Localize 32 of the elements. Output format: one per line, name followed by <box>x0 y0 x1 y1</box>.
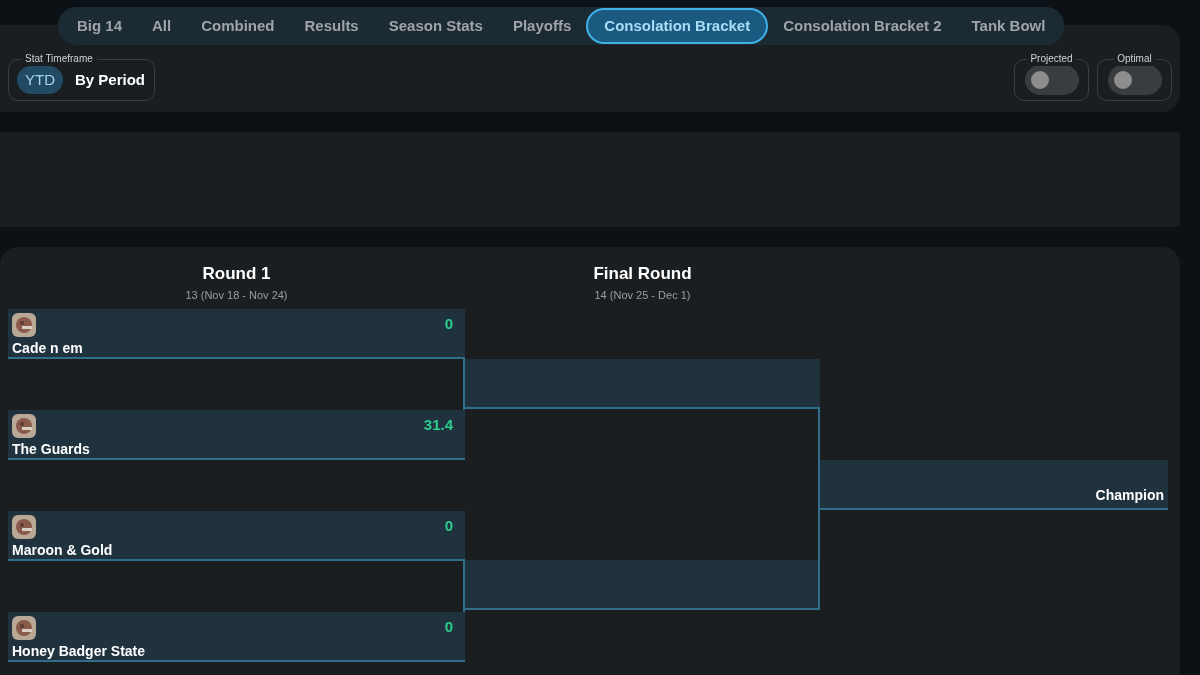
tab[interactable]: Big 14 <box>62 8 137 44</box>
timeframe-option[interactable]: YTD <box>17 65 63 95</box>
tab[interactable]: Combined <box>186 8 290 44</box>
round-title: Round 1 <box>202 263 271 285</box>
champion-label: Champion <box>1095 486 1164 505</box>
team-slot[interactable]: 31.4 The Guards <box>8 410 465 460</box>
team-score: 31.4 <box>423 415 454 435</box>
toggle-label: Optimal <box>1113 51 1156 66</box>
team-name: Cade n em <box>12 341 84 355</box>
tab[interactable]: Season Stats <box>373 8 498 44</box>
team-score: 0 <box>444 516 454 536</box>
round-title: Final Round <box>593 263 692 285</box>
team-name: Maroon & Gold <box>12 543 114 557</box>
team-name: Honey Badger State <box>12 644 147 658</box>
tab[interactable]: Consolation Bracket <box>586 8 769 44</box>
toggle-label: Projected <box>1026 51 1077 66</box>
team-name: The Guards <box>12 442 91 456</box>
toggle-switch[interactable] <box>1107 65 1162 95</box>
round-dates: 14 (Nov 25 - Dec 1) <box>594 287 691 303</box>
team-slot[interactable]: 0 Honey Badger State <box>8 612 465 662</box>
team-slot[interactable]: 0 Cade n em <box>8 309 465 359</box>
tab[interactable]: All <box>137 8 187 44</box>
round-dates: 13 (Nov 18 - Nov 24) <box>185 287 288 303</box>
toggle-switch[interactable] <box>1024 65 1079 95</box>
team-score: 0 <box>444 617 454 637</box>
tab[interactable]: Tank Bowl <box>956 8 1061 44</box>
tab[interactable]: Playoffs <box>497 8 587 44</box>
team-score: 0 <box>444 314 454 334</box>
team-slot[interactable]: 0 Maroon & Gold <box>8 511 465 561</box>
timeframe-option[interactable]: By Period <box>71 65 150 95</box>
tab[interactable]: Results <box>289 8 374 44</box>
tab[interactable]: Consolation Bracket 2 <box>768 8 957 44</box>
